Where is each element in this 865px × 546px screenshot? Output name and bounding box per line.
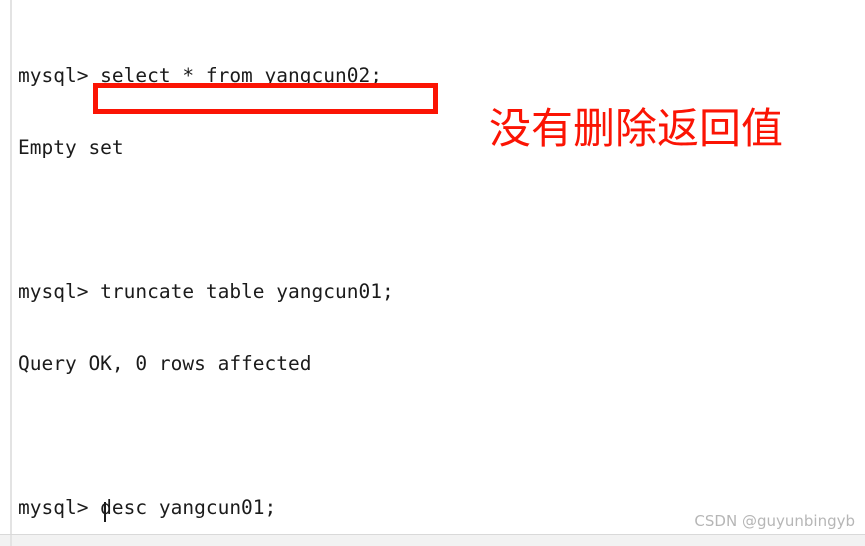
- csdn-watermark: CSDN @guyunbingyb: [694, 512, 855, 530]
- annotation-text: 没有删除返回值: [489, 104, 784, 153]
- screenshot-root: mysql> select * from yangcun02; Empty se…: [0, 0, 865, 546]
- text-cursor: [104, 502, 106, 522]
- footer-band: [0, 535, 865, 546]
- code-block-gutter: [10, 0, 12, 534]
- terminal-line-truncate-command: mysql> truncate table yangcun01;: [18, 280, 394, 303]
- footer-gutter-tick: [10, 535, 12, 546]
- mysql-terminal-transcript: mysql> select * from yangcun02; Empty se…: [18, 16, 848, 546]
- terminal-line: Query OK, 0 rows affected: [18, 352, 312, 375]
- terminal-line: mysql> select * from yangcun02;: [18, 64, 382, 87]
